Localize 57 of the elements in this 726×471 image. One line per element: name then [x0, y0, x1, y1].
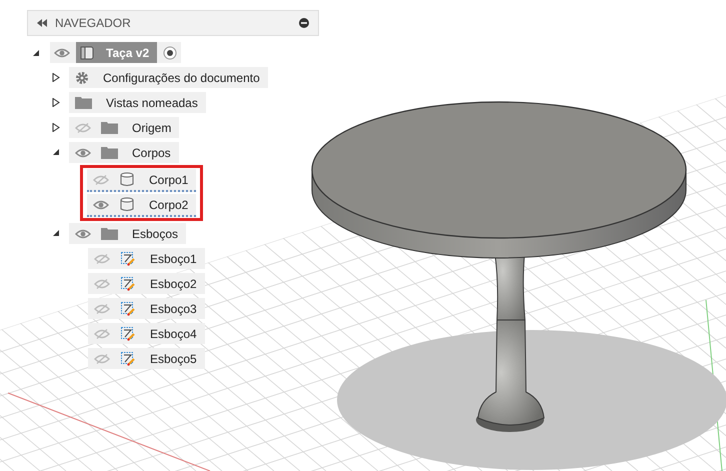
tree-item[interactable]: Esboço4 [88, 323, 205, 344]
minus-icon[interactable] [299, 18, 309, 28]
hidden-eye-icon[interactable] [94, 304, 110, 314]
eye-icon[interactable] [54, 48, 70, 58]
eye-icon[interactable] [75, 148, 91, 158]
item-label: Esboço3 [149, 302, 197, 316]
sketch-icon [120, 350, 136, 366]
tree-item[interactable]: Esboço1 [88, 248, 205, 269]
item-label: Corpo2 [148, 198, 188, 212]
sketch-icon [120, 300, 136, 316]
item-label: Corpos [131, 146, 171, 160]
folder-icon [101, 146, 118, 159]
item-label: Origem [131, 120, 172, 134]
tree-item[interactable]: Esboço3 [88, 298, 205, 319]
sketch-icon [120, 250, 136, 266]
item-label: Esboços [131, 226, 178, 240]
expanded-arrow-icon[interactable] [52, 148, 60, 157]
hidden-eye-icon[interactable] [94, 254, 110, 264]
expanded-arrow-icon[interactable] [52, 229, 60, 238]
collapse-icon[interactable] [37, 19, 47, 27]
hidden-eye-icon[interactable] [94, 278, 110, 288]
folder-icon [101, 121, 118, 134]
folder-icon [101, 227, 118, 240]
item-label: Esboço5 [149, 352, 197, 366]
tree-item[interactable]: Corpo1 [87, 169, 196, 192]
tree-item[interactable]: Configurações do documento [69, 67, 268, 88]
tree-item[interactable]: Vistas nomeadas [69, 92, 206, 113]
folder-icon [75, 96, 92, 109]
item-label: Esboço2 [149, 276, 197, 290]
tree-item[interactable]: Corpo2 [87, 194, 196, 217]
sketch-icon [120, 276, 136, 292]
active-radio[interactable] [163, 46, 178, 60]
item-label: Esboço4 [149, 326, 197, 340]
collapsed-arrow-icon[interactable] [52, 98, 60, 107]
collapsed-arrow-icon[interactable] [52, 73, 60, 82]
collapsed-arrow-icon[interactable] [52, 123, 60, 132]
sketch-icon [120, 326, 136, 342]
tree-item[interactable]: Esboço5 [88, 348, 205, 369]
item-label: Corpo1 [148, 172, 188, 186]
tree-item[interactable]: Esboço2 [88, 273, 205, 294]
eye-icon[interactable] [93, 200, 109, 210]
expanded-arrow-icon[interactable] [32, 48, 40, 56]
hidden-eye-icon[interactable] [94, 354, 110, 364]
tree-item[interactable]: Esboços [69, 223, 186, 244]
cylinder-icon [119, 197, 135, 212]
eye-icon[interactable] [75, 228, 91, 238]
tree-item[interactable]: Origem [69, 117, 180, 138]
hidden-eye-icon[interactable] [93, 174, 109, 184]
cylinder-icon [119, 172, 135, 187]
tree-item[interactable]: Corpos [69, 142, 179, 163]
item-label: Vistas nomeadas [105, 96, 198, 110]
hidden-eye-icon[interactable] [75, 122, 91, 132]
item-label: Configurações do documento [102, 70, 260, 84]
item-label: Esboço1 [149, 252, 197, 266]
navigator-title: NAVEGADOR [55, 16, 132, 30]
hidden-eye-icon[interactable] [94, 328, 110, 338]
gear-icon [75, 70, 89, 84]
